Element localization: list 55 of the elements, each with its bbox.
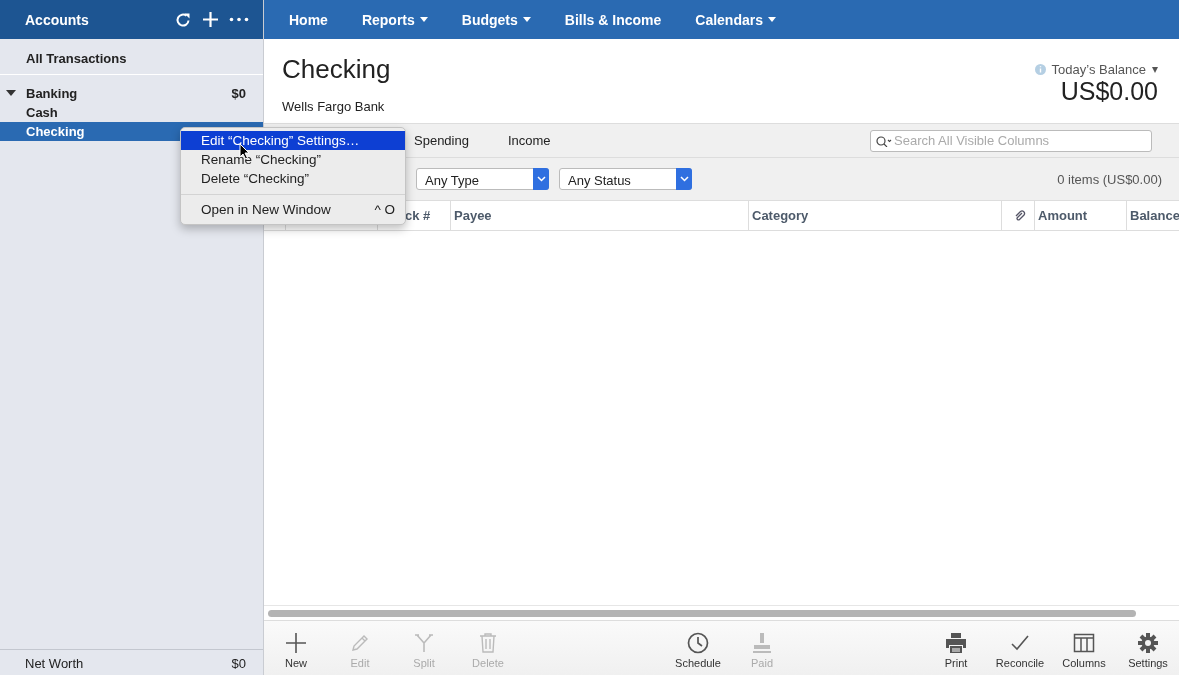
scrollbar[interactable] [268, 609, 1136, 617]
chevron-icon [536, 176, 546, 182]
menu-item[interactable]: Rename “Checking” [181, 150, 405, 169]
toolbar-button[interactable]: New [264, 627, 328, 669]
search-icon [876, 135, 892, 147]
toolbar-button[interactable]: Reconcile [988, 627, 1052, 669]
expanded-triangle-icon[interactable] [6, 90, 16, 96]
menu-item[interactable]: Delete “Checking” [181, 169, 405, 188]
column-header[interactable]: Category [752, 208, 809, 223]
paperclip-icon [1013, 209, 1026, 222]
caret-icon[interactable] [1152, 66, 1158, 73]
chevron-icon [679, 176, 689, 182]
nav-link[interactable]: Bills & Income [564, 11, 662, 28]
sidebar-item[interactable]: All Transactions [26, 51, 127, 66]
column-header[interactable]: ck # [405, 208, 431, 223]
search-field[interactable]: Search All Visible Columns [870, 129, 1152, 152]
menu-item[interactable]: Edit “Checking” Settings… [181, 131, 405, 150]
net-worth-label: Net Worth [25, 656, 85, 671]
nav-link[interactable]: Budgets [461, 11, 531, 28]
tab[interactable]: Spending [414, 129, 469, 152]
sidebar-title: Accounts [25, 11, 90, 28]
balance-amount: US$0.00 [1060, 77, 1158, 106]
column-header[interactable]: Balance [1130, 208, 1179, 223]
column-header[interactable]: Payee [454, 208, 492, 223]
plus-icon [285, 631, 307, 654]
item-count: 0 items (US$0.00) [1057, 171, 1162, 187]
menu-item[interactable]: Open in New Window ^ O [181, 194, 405, 219]
stamp-icon [751, 631, 773, 654]
columns-icon [1073, 631, 1095, 654]
toolbar-button[interactable]: Schedule [666, 627, 730, 669]
printer-icon [945, 631, 967, 654]
toolbar-button[interactable]: Print [924, 627, 988, 669]
add-icon[interactable] [202, 11, 219, 28]
account-title: Checking [282, 54, 392, 85]
split-icon [413, 631, 435, 654]
group-total: $0 [231, 85, 246, 101]
filter-dropdown[interactable]: Any Type [416, 168, 549, 190]
clock-icon [687, 631, 709, 654]
nav-link[interactable]: Calendars [695, 11, 776, 28]
more-icon[interactable] [229, 17, 249, 22]
trash-icon [477, 631, 499, 654]
nav-link[interactable]: Home [289, 11, 328, 28]
net-worth-value: $0 [231, 656, 246, 671]
group-name: Banking [26, 85, 79, 101]
column-header[interactable]: Amount [1038, 208, 1088, 223]
account-item[interactable]: Cash [0, 103, 263, 122]
nav-link[interactable]: Reports [361, 11, 428, 28]
tab[interactable]: Income [507, 129, 551, 152]
toolbar-button[interactable]: Columns [1052, 627, 1116, 669]
info-icon [1034, 64, 1046, 75]
toolbar-button[interactable]: Settings [1116, 627, 1179, 669]
balance-menu[interactable]: Today’s Balance [1051, 62, 1146, 77]
filter-dropdown[interactable]: Any Status [559, 168, 692, 190]
settings-icon [1137, 631, 1159, 654]
bank-name: Wells Fargo Bank [282, 99, 386, 114]
